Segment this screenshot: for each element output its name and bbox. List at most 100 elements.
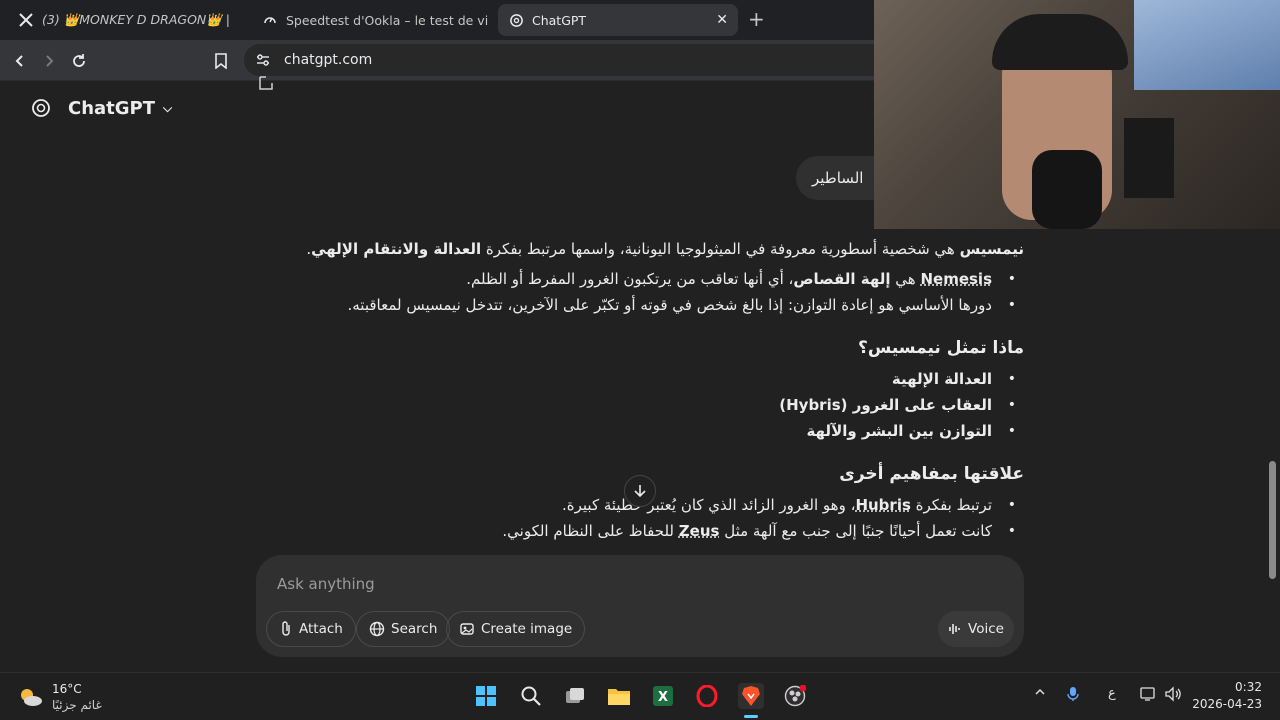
search-icon — [521, 686, 541, 706]
scroll-down-button[interactable] — [624, 475, 656, 507]
voice-button[interactable]: Voice — [938, 611, 1014, 647]
section-heading: ماذا تمثل نيمسيس؟ — [857, 338, 1024, 358]
system-clock[interactable]: 0:32 2026-04-23 — [1192, 679, 1262, 713]
item-bold: إلهة القصاص — [793, 270, 891, 288]
intro-term: نيمسيس — [959, 240, 1024, 258]
list-item: كانت تعمل أحيانًا جنبًا إلى جنب مع آلهة … — [250, 518, 1016, 544]
tab-label: (3) 👑MONKEY D DRAGON👑 | — [42, 12, 231, 27]
obs-icon — [784, 685, 806, 707]
webcam-overlay — [874, 0, 1280, 229]
globe-icon — [369, 621, 385, 637]
term-link[interactable]: Hubris — [855, 496, 910, 514]
answer-intro: نيمسيس هي شخصية أسطورية معروفة في الميثو… — [250, 236, 1024, 262]
bullet-list-2: العدالة الإلهية العقاب على الغرور (Hybri… — [250, 366, 1024, 444]
edit-icon[interactable] — [258, 75, 274, 95]
opera-button[interactable] — [694, 683, 720, 709]
folder-icon — [608, 689, 630, 705]
taskbar: 16°C غائم جزئيًا X ع 0:32 2026-04-23 — [0, 672, 1280, 720]
item-text: كانت تعمل أحيانًا جنبًا إلى جنب مع آلهة … — [719, 522, 992, 540]
term-link[interactable]: Nemesis — [920, 270, 992, 288]
network-icon[interactable] — [1140, 686, 1158, 706]
forward-button[interactable] — [38, 50, 60, 72]
list-item: دورها الأساسي هو إعادة التوازن: إذا بالغ… — [250, 292, 1016, 318]
tab-chatgpt[interactable]: ChatGPT ✕ — [498, 4, 738, 36]
x-logo-icon — [18, 12, 34, 28]
url-field[interactable]: chatgpt.com — [244, 44, 904, 76]
file-explorer-button[interactable] — [606, 683, 632, 709]
tab-x[interactable]: (3) 👑MONKEY D DRAGON👑 | — [8, 4, 236, 36]
composer: Ask anything Attach Search Create image … — [256, 555, 1024, 657]
language-indicator[interactable]: ع — [1108, 686, 1116, 701]
item-text: ، أي أنها تعاقب من يرتكبون الغرور المفرط… — [466, 270, 794, 288]
tab-speedtest[interactable]: Speedtest d'Ookla – le test de vitesse — [252, 4, 488, 36]
item-bold: العدالة الإلهية — [891, 370, 992, 388]
partly-cloudy-icon — [21, 689, 42, 706]
list-item: العدالة الإلهية — [250, 366, 1016, 392]
close-tab-icon[interactable]: ✕ — [716, 12, 728, 28]
monitor — [1124, 118, 1174, 198]
chevron-down-icon: ⌵ — [163, 100, 173, 115]
list-item: التوازن بين البشر والآلهة — [250, 418, 1016, 444]
arrow-down-icon — [634, 485, 646, 498]
task-view-button[interactable] — [562, 683, 588, 709]
microphone-icon[interactable] — [1066, 686, 1080, 706]
svg-text:X: X — [658, 690, 668, 705]
new-tab-button[interactable]: + — [748, 8, 765, 30]
windows-logo-icon — [476, 686, 496, 706]
item-text: ، وهو الغرور الزائد الذي كان يُعتبر خطيئ… — [562, 496, 856, 514]
chatgpt-logo-icon — [32, 99, 50, 117]
brave-lion-icon — [742, 686, 760, 706]
item-text: دورها الأساسي هو إعادة التوازن: إذا بالغ… — [347, 296, 993, 314]
weather-desc: غائم جزئيًا — [52, 698, 102, 712]
bookmark-button[interactable] — [210, 50, 232, 72]
obs-button[interactable] — [782, 683, 808, 709]
chatgpt-icon — [508, 12, 524, 28]
reload-icon — [73, 54, 85, 67]
term-link[interactable]: Zeus — [679, 522, 720, 540]
create-image-button[interactable]: Create image — [446, 611, 586, 647]
clock-time: 0:32 — [1235, 680, 1262, 694]
brave-button[interactable] — [738, 683, 764, 709]
active-app-indicator — [744, 715, 758, 718]
task-view-icon — [566, 688, 584, 703]
voice-label: Voice — [968, 621, 1004, 637]
taskbar-search-button[interactable] — [518, 683, 544, 709]
url-text: chatgpt.com — [284, 52, 373, 68]
item-text: ترتبط بفكرة — [910, 496, 992, 514]
search-label: Search — [391, 621, 438, 637]
intro-bold: العدالة والانتقام الإلهي — [311, 240, 482, 258]
volume-icon[interactable] — [1164, 686, 1182, 706]
bookmark-icon — [215, 53, 227, 69]
paperclip-icon — [282, 621, 290, 636]
model-selector[interactable]: ChatGPT ⌵ — [30, 97, 172, 119]
attach-label: Attach — [299, 621, 343, 637]
list-item: Nemesis هي إلهة القصاص، أي أنها تعاقب من… — [250, 266, 1016, 292]
item-bold: العقاب على الغرور (Hybris) — [779, 396, 992, 414]
image-icon — [460, 623, 474, 635]
start-button[interactable] — [473, 683, 499, 709]
message-input[interactable]: Ask anything — [277, 575, 375, 593]
item-text: للحفاظ على النظام الكوني. — [502, 522, 679, 540]
speedtest-icon — [262, 12, 278, 28]
temperature: 16°C — [52, 682, 82, 696]
forward-arrow-icon — [46, 55, 54, 67]
back-button[interactable] — [9, 50, 31, 72]
search-button[interactable]: Search — [356, 611, 451, 647]
scrollbar[interactable] — [1269, 461, 1276, 579]
bullet-list-1: Nemesis هي إلهة القصاص، أي أنها تعاقب من… — [250, 266, 1024, 318]
cap — [992, 14, 1128, 70]
item-text: هي — [890, 270, 921, 288]
attach-button[interactable]: Attach — [266, 611, 356, 647]
brand-label: ChatGPT — [68, 97, 156, 119]
create-image-label: Create image — [481, 621, 573, 637]
excel-icon: X — [653, 686, 673, 706]
tab-label: Speedtest d'Ookla – le test de vitesse — [286, 12, 488, 28]
list-item: ترتبط بفكرة Hubris، وهو الغرور الزائد ال… — [250, 492, 1016, 518]
item-bold: التوازن بين البشر والآلهة — [806, 422, 992, 440]
chevron-up-icon[interactable] — [1034, 686, 1046, 702]
waveform-icon — [949, 624, 960, 634]
reload-button[interactable] — [68, 50, 90, 72]
back-arrow-icon — [15, 55, 23, 67]
excel-button[interactable]: X — [650, 683, 676, 709]
weather-widget[interactable]: 16°C غائم جزئيًا — [18, 681, 102, 713]
